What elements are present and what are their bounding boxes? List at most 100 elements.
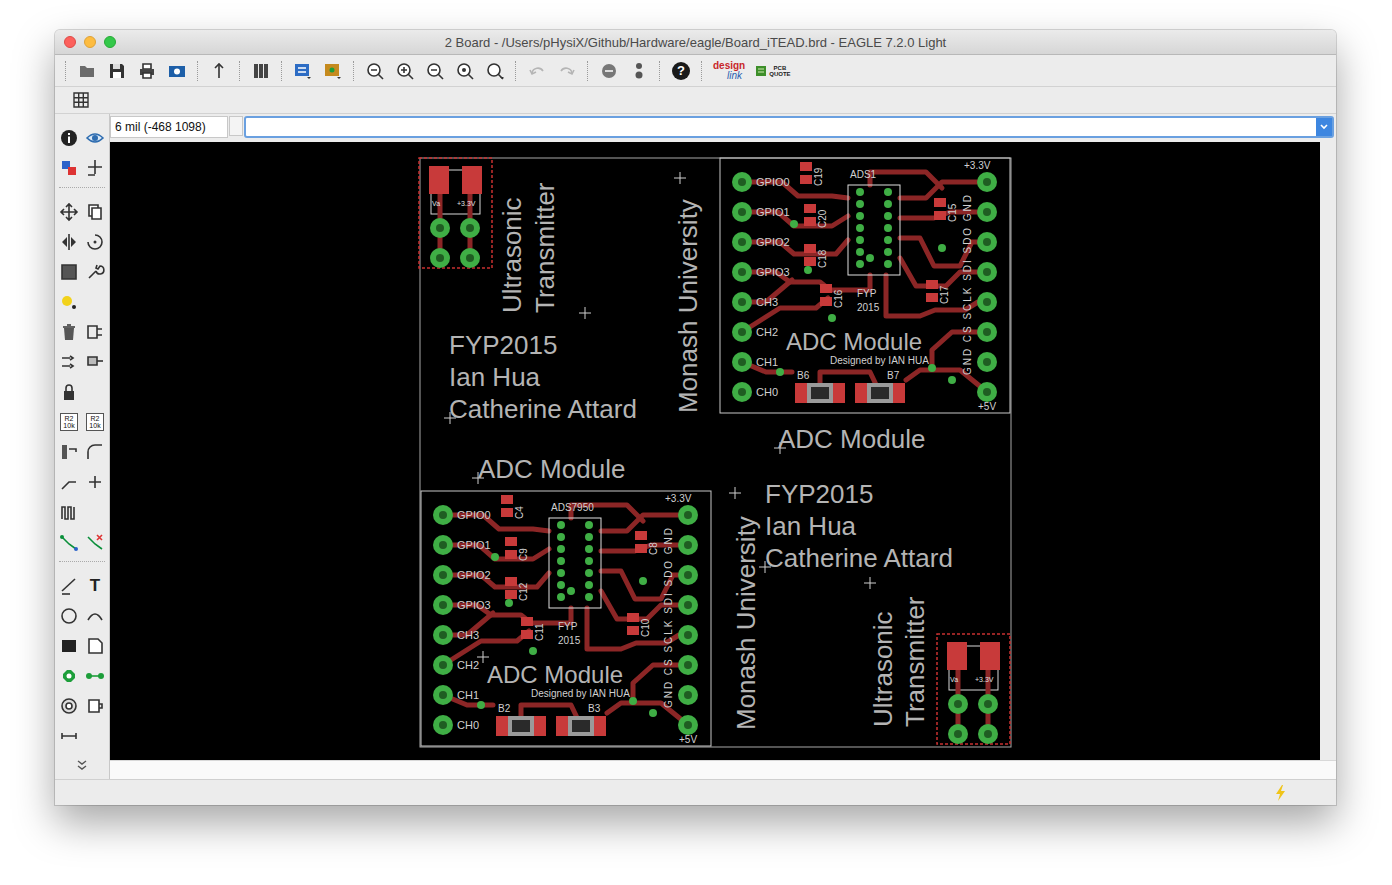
wire-icon[interactable] <box>56 571 82 601</box>
board-icon[interactable] <box>321 59 345 83</box>
header-pin: GPIO3 <box>732 262 790 282</box>
delete-trash-icon[interactable] <box>56 317 82 347</box>
product-text[interactable]: Transmitter <box>900 596 930 727</box>
header-pin: GPIO3 <box>433 595 491 615</box>
copy-icon[interactable] <box>82 197 108 227</box>
credit-group[interactable]: FYP2015Ian HuaCatherine AttardMonash Uni… <box>731 424 953 730</box>
product-text[interactable]: Ultrasonic <box>497 197 527 313</box>
author-text[interactable]: Ian Hua <box>765 511 857 541</box>
via <box>790 220 798 228</box>
board-canvas[interactable]: FYP2015Ian HuaCatherine AttardMonash Uni… <box>110 142 1320 760</box>
zoom-in-icon[interactable] <box>393 59 417 83</box>
help-button[interactable]: ? <box>669 59 693 83</box>
attribute-icon[interactable] <box>82 691 108 721</box>
board-icon <box>323 61 343 81</box>
zoom-select-icon[interactable] <box>483 59 507 83</box>
history-dropdown[interactable] <box>1316 118 1332 136</box>
stop-icon[interactable] <box>597 59 621 83</box>
zoom-redraw-icon[interactable] <box>453 59 477 83</box>
text-tool[interactable]: T <box>82 571 108 601</box>
pcb-drawing[interactable]: FYP2015Ian HuaCatherine AttardMonash Uni… <box>110 142 1320 760</box>
project-text[interactable]: FYP2015 <box>765 479 873 509</box>
author-text[interactable]: Catherine Attard <box>449 394 637 424</box>
add-icon[interactable] <box>82 317 108 347</box>
via-icon[interactable] <box>56 661 82 691</box>
show-icon[interactable] <box>82 123 108 153</box>
command-line[interactable] <box>244 116 1334 138</box>
adc-module[interactable]: ADS7950C4C9C12C11C10C8GPIO0GPIO1GPIO2GPI… <box>421 491 711 746</box>
zoom-button[interactable] <box>104 36 116 48</box>
ripup-icon[interactable] <box>82 527 108 557</box>
script-icon[interactable] <box>207 59 231 83</box>
meander-icon[interactable] <box>56 497 82 527</box>
close-button[interactable] <box>64 36 76 48</box>
university-text[interactable]: Monash University <box>731 516 761 730</box>
mark-icon[interactable] <box>82 153 108 183</box>
grid-button[interactable] <box>69 88 93 112</box>
circle-icon[interactable] <box>56 601 82 631</box>
title-bar[interactable]: 2 Board - /Users/pHysiX/Github/Hardware/… <box>55 30 1336 55</box>
go-icon[interactable] <box>627 59 651 83</box>
value-tool[interactable]: R210k <box>56 407 82 437</box>
redo-icon[interactable] <box>555 59 579 83</box>
mirror-icon[interactable] <box>56 227 82 257</box>
open-icon[interactable] <box>75 59 99 83</box>
zoom-fit-icon[interactable] <box>363 59 387 83</box>
pcb-chip-icon <box>755 65 767 77</box>
more-tools-button[interactable] <box>69 753 95 777</box>
gateswap-icon[interactable] <box>82 347 108 377</box>
hole-icon[interactable] <box>56 691 82 721</box>
value-tool-alt[interactable]: R210k <box>82 407 108 437</box>
command-input[interactable] <box>246 118 1316 136</box>
author-text[interactable]: Catherine Attard <box>765 543 953 573</box>
product-text[interactable]: Transmitter <box>530 182 560 313</box>
module-label-text[interactable]: ADC Module <box>778 424 925 454</box>
lock-icon[interactable] <box>56 377 82 407</box>
print-icon[interactable] <box>135 59 159 83</box>
rect-icon[interactable] <box>56 631 82 661</box>
project-text[interactable]: FYP2015 <box>449 330 557 360</box>
trace <box>601 591 688 619</box>
mirror-icon <box>59 232 79 252</box>
arc-icon[interactable] <box>82 601 108 631</box>
pcb-quote-button[interactable]: PCBQUOTE <box>753 65 792 77</box>
info-icon[interactable] <box>56 123 82 153</box>
transmitter-module[interactable]: Va+3.3V <box>937 634 1010 744</box>
transmitter-module[interactable]: Va+3.3V <box>419 158 492 268</box>
miter-icon[interactable] <box>82 437 108 467</box>
adc-module[interactable]: ADS1C19C20C18C16C17C15GPIO0GPIO1GPIO2GPI… <box>720 158 1010 413</box>
author-text[interactable]: Ian Hua <box>449 362 541 392</box>
move-icon[interactable] <box>56 197 82 227</box>
product-text[interactable]: Ultrasonic <box>868 611 898 727</box>
split-icon[interactable] <box>56 467 82 497</box>
signal-icon[interactable] <box>82 661 108 691</box>
via <box>639 577 647 585</box>
display-layers-icon[interactable] <box>56 153 82 183</box>
module-label-text[interactable]: ADC Module <box>478 454 625 484</box>
rotate-icon[interactable] <box>82 227 108 257</box>
tool-palette: R210kR210k T <box>55 114 110 779</box>
pinswap-icon[interactable] <box>56 347 82 377</box>
ulp-icon[interactable] <box>249 59 273 83</box>
university-text[interactable]: Monash University <box>673 199 703 413</box>
palette-row <box>55 257 109 287</box>
minimize-button[interactable] <box>84 36 96 48</box>
undo-icon[interactable] <box>525 59 549 83</box>
optimize-icon[interactable] <box>82 467 108 497</box>
design-link-button[interactable]: designlink <box>711 61 747 81</box>
credit-group[interactable]: FYP2015Ian HuaCatherine Attard Monash Uni… <box>449 182 703 484</box>
save-icon[interactable] <box>105 59 129 83</box>
polygon-icon[interactable] <box>82 631 108 661</box>
cam-icon[interactable] <box>165 59 189 83</box>
header-pin <box>678 595 698 615</box>
route-icon[interactable] <box>56 527 82 557</box>
zoom-out-icon[interactable] <box>423 59 447 83</box>
change-wrench-icon[interactable] <box>82 257 108 287</box>
group-icon[interactable] <box>56 257 82 287</box>
paste-icon[interactable] <box>56 287 82 317</box>
capacitor: C19 <box>800 162 824 186</box>
lightning-icon[interactable] <box>1274 784 1288 802</box>
smash-icon[interactable] <box>56 437 82 467</box>
schematic-icon[interactable] <box>291 59 315 83</box>
dimension-icon[interactable] <box>56 721 82 751</box>
